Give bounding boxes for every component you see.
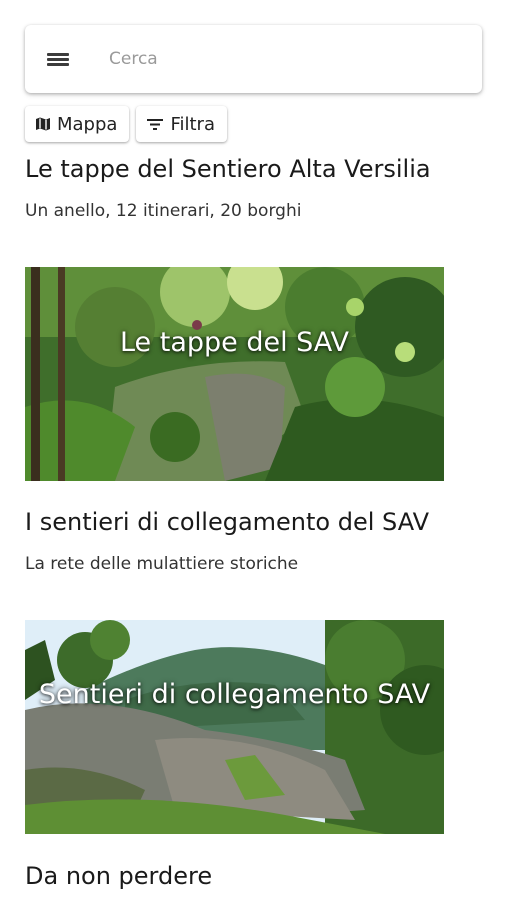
card-label: Le tappe del SAV (119, 327, 350, 358)
filter-button[interactable]: Filtra (136, 106, 227, 142)
map-button-label: Mappa (57, 113, 118, 135)
section-subtitle: Un anello, 12 itinerari, 20 borghi (25, 201, 302, 221)
section-title: I sentieri di collegamento del SAV (25, 508, 430, 536)
filter-chips: Mappa Filtra (25, 106, 227, 142)
hamburger-menu-icon[interactable] (47, 50, 71, 68)
tappe-card[interactable]: Le tappe del SAV (25, 267, 444, 481)
search-bar (25, 25, 482, 93)
section-subtitle: La rete delle mulattiere storiche (25, 554, 299, 574)
filter-icon (147, 119, 164, 130)
collegamento-card[interactable]: Sentieri di collegamento SAV (25, 620, 444, 834)
section-title: Le tappe del Sentiero Alta Versilia (25, 155, 431, 183)
filter-button-label: Filtra (170, 113, 215, 135)
section-title: Da non perdere (25, 862, 213, 890)
forest-trail-image (25, 267, 444, 481)
map-button[interactable]: Mappa (25, 106, 130, 142)
card-label: Sentieri di collegamento SAV (38, 679, 431, 710)
mountain-landscape-image (25, 620, 444, 834)
map-icon (36, 117, 50, 131)
search-input[interactable] (109, 39, 449, 79)
